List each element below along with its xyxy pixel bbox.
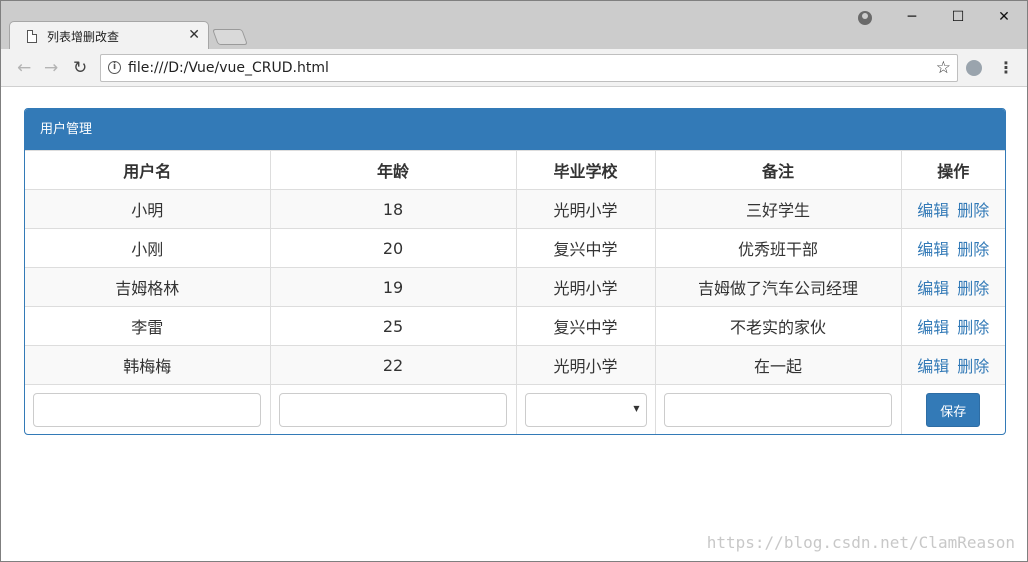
close-window-button[interactable]: ✕ — [981, 1, 1027, 33]
info-icon[interactable]: i — [108, 61, 121, 74]
back-arrow-icon[interactable]: ← — [17, 58, 31, 78]
cell-remark: 在一起 — [654, 345, 902, 385]
reload-icon[interactable]: ↻ — [73, 58, 87, 78]
cell-age-input — [269, 384, 517, 434]
bookmark-star-icon[interactable]: ☆ — [936, 58, 951, 78]
save-button[interactable]: 保存 — [926, 393, 981, 427]
maximize-button[interactable]: ☐ — [935, 1, 981, 33]
delete-link[interactable]: 删除 — [957, 357, 989, 376]
edit-link[interactable]: 编辑 — [917, 357, 949, 376]
user-management-panel: 用户管理 用户名 年龄 毕业学校 备注 操作 小明 18 光明小学 三好学生 编… — [24, 108, 1006, 435]
new-tab-button[interactable] — [212, 29, 248, 45]
window-controls: ─ ☐ ✕ — [889, 1, 1027, 33]
address-bar[interactable]: i file:///D:/Vue/vue_CRUD.html ☆ — [100, 54, 958, 82]
column-header-school: 毕业学校 — [515, 150, 656, 190]
cell-age: 20 — [269, 228, 517, 268]
cell-name-input — [25, 384, 271, 434]
delete-link[interactable]: 删除 — [957, 318, 989, 337]
tab-title: 列表增删改查 — [47, 30, 120, 44]
cell-actions: 编辑 删除 — [900, 189, 1005, 229]
forward-arrow-icon[interactable]: → — [44, 58, 58, 78]
column-header-remark: 备注 — [654, 150, 902, 190]
cell-remark: 不老实的家伙 — [654, 306, 902, 346]
column-header-age: 年龄 — [269, 150, 517, 190]
menu-dots-icon[interactable]: ⋮ — [998, 58, 1014, 77]
url-text[interactable]: file:///D:/Vue/vue_CRUD.html — [128, 60, 329, 76]
cell-school: 复兴中学 — [515, 228, 656, 268]
cell-school-select: ▼ — [515, 384, 656, 434]
table-row: 吉姆格林 19 光明小学 吉姆做了汽车公司经理 编辑 删除 — [25, 267, 1005, 307]
cell-username: 韩梅梅 — [25, 345, 271, 385]
delete-link[interactable]: 删除 — [957, 279, 989, 298]
column-header-username: 用户名 — [25, 150, 271, 190]
extension-globe-icon[interactable] — [966, 60, 982, 76]
table-row: 小刚 20 复兴中学 优秀班干部 编辑 删除 — [25, 228, 1005, 268]
cell-actions: 编辑 删除 — [900, 267, 1005, 307]
user-table: 用户名 年龄 毕业学校 备注 操作 小明 18 光明小学 三好学生 编辑删除 — [25, 150, 1005, 434]
cell-school: 复兴中学 — [515, 306, 656, 346]
cell-school: 光明小学 — [515, 189, 656, 229]
panel-title: 用户管理 — [25, 109, 1005, 150]
new-user-form-row: ▼ 保存 — [25, 384, 1005, 434]
profile-icon[interactable] — [858, 11, 872, 25]
cell-remark: 吉姆做了汽车公司经理 — [654, 267, 902, 307]
cell-save: 保存 — [900, 384, 1005, 434]
watermark-text: https://blog.csdn.net/ClamReason — [706, 533, 1015, 552]
cell-username: 小刚 — [25, 228, 271, 268]
title-bar: 列表增删改查 ✕ ─ ☐ ✕ — [1, 1, 1027, 50]
cell-school: 光明小学 — [515, 345, 656, 385]
tab-close-icon[interactable]: ✕ — [188, 27, 200, 43]
username-input[interactable] — [33, 393, 262, 427]
cell-username: 小明 — [25, 189, 271, 229]
table-row: 小明 18 光明小学 三好学生 编辑 删除 — [25, 189, 1005, 229]
age-input[interactable] — [279, 393, 507, 427]
page-icon — [27, 30, 37, 43]
cell-username: 吉姆格林 — [25, 267, 271, 307]
cell-age: 22 — [269, 345, 517, 385]
cell-actions: 编辑 删除 — [900, 345, 1005, 385]
edit-link[interactable]: 编辑 — [917, 201, 949, 220]
edit-link[interactable]: 编辑 — [917, 240, 949, 259]
delete-link[interactable]: 删除 — [957, 240, 989, 259]
cell-remark: 优秀班干部 — [654, 228, 902, 268]
browser-tab[interactable]: 列表增删改查 ✕ — [9, 21, 209, 50]
table-header-row: 用户名 年龄 毕业学校 备注 操作 — [25, 150, 1005, 190]
cell-age: 19 — [269, 267, 517, 307]
edit-link[interactable]: 编辑 — [917, 318, 949, 337]
remark-input[interactable] — [664, 393, 892, 427]
table-row: 李雷 25 复兴中学 不老实的家伙 编辑 删除 — [25, 306, 1005, 346]
column-header-actions: 操作 — [900, 150, 1005, 190]
cell-remark-input — [654, 384, 902, 434]
minimize-button[interactable]: ─ — [889, 1, 935, 33]
browser-window: 列表增删改查 ✕ ─ ☐ ✕ ← → ↻ i file:///D:/Vue/vu… — [0, 0, 1028, 562]
edit-link[interactable]: 编辑 — [917, 279, 949, 298]
browser-toolbar: ← → ↻ i file:///D:/Vue/vue_CRUD.html ☆ ⋮ — [1, 49, 1027, 87]
dropdown-arrow-icon: ▼ — [633, 404, 640, 413]
cell-actions: 编辑 删除 — [900, 228, 1005, 268]
cell-remark: 三好学生 — [654, 189, 902, 229]
cell-username: 李雷 — [25, 306, 271, 346]
cell-age: 25 — [269, 306, 517, 346]
cell-actions: 编辑 删除 — [900, 306, 1005, 346]
delete-link[interactable]: 删除 — [957, 201, 989, 220]
cell-school: 光明小学 — [515, 267, 656, 307]
cell-age: 18 — [269, 189, 517, 229]
school-select[interactable]: ▼ — [524, 393, 647, 427]
table-row: 韩梅梅 22 光明小学 在一起 编辑 删除 — [25, 345, 1005, 385]
